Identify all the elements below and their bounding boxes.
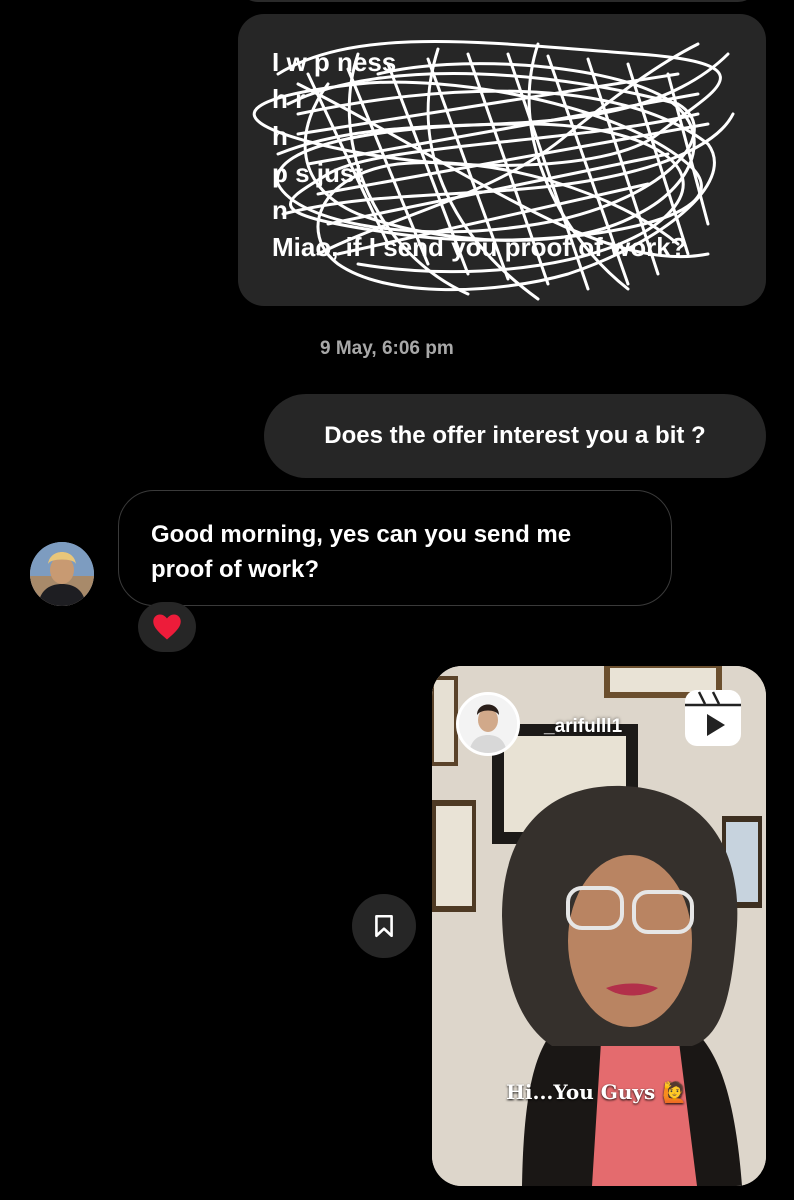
bookmark-icon — [375, 914, 393, 938]
reels-icon — [685, 690, 741, 746]
contact-avatar[interactable] — [30, 542, 94, 606]
save-reel-button[interactable] — [352, 894, 416, 958]
heart-icon — [153, 614, 181, 640]
previous-message-edge — [238, 0, 758, 2]
scribble-redaction — [252, 40, 735, 301]
reel-creator-avatar[interactable] — [456, 692, 520, 756]
sent-message-text-2: Does the offer interest you a bit ? — [324, 422, 706, 449]
heart-reaction[interactable] — [138, 602, 196, 652]
reel-username[interactable]: _arifulll1 — [544, 716, 622, 738]
received-message-bubble[interactable]: Good morning, yes can you send me proof … — [118, 490, 672, 606]
sent-message-bubble[interactable]: Does the offer interest you a bit ? — [264, 394, 766, 478]
contact-avatar-image — [30, 542, 94, 606]
reel-caption: Hi...You Guys 🙋 — [506, 1080, 688, 1104]
message-timestamp: 9 May, 6:06 pm — [320, 338, 454, 360]
sent-message-bubble-scribbled[interactable]: I w p ness h r h p s just n Miao, if I s… — [238, 14, 766, 306]
received-message-text: Good morning, yes can you send me proof … — [151, 521, 572, 583]
reel-creator-avatar-image — [459, 695, 517, 753]
timestamp-text: 9 May, 6:06 pm — [320, 338, 454, 359]
